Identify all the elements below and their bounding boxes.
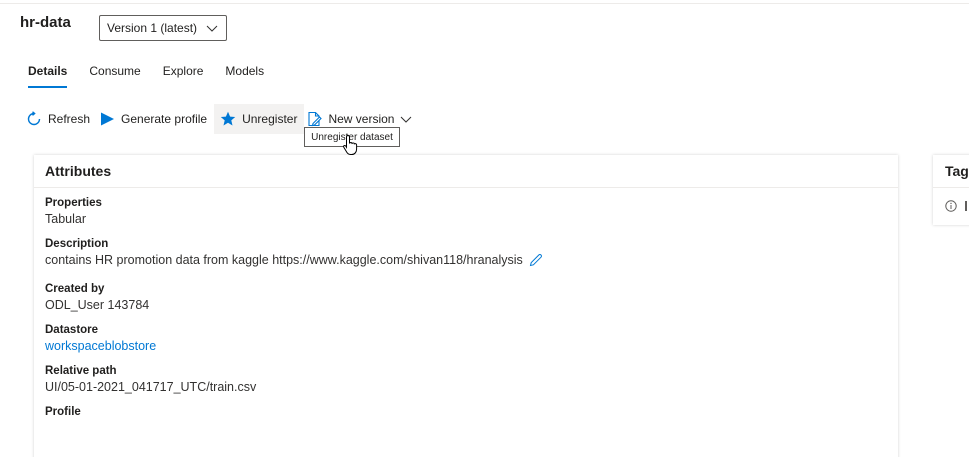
play-icon [101, 112, 115, 126]
unregister-label: Unregister [242, 112, 298, 126]
created-by-field: Created by ODL_User 143784 [45, 282, 898, 314]
tags-info-text-fragment [965, 201, 967, 211]
description-label: Description [45, 238, 109, 250]
edit-document-icon [308, 111, 323, 127]
chevron-down-icon [206, 25, 218, 32]
description-value: contains HR promotion data from kaggle h… [45, 253, 523, 267]
created-by-value: ODL_User 143784 [45, 298, 150, 312]
profile-label: Profile [45, 406, 81, 418]
datastore-label: Datastore [45, 324, 99, 336]
version-dropdown[interactable]: Version 1 (latest) [99, 15, 227, 41]
dataset-details-page: hr-data Version 1 (latest) Details Consu… [0, 0, 969, 457]
properties-value: Tabular [45, 212, 86, 226]
generate-profile-button[interactable]: Generate profile [97, 104, 214, 134]
hand-cursor-icon [343, 134, 358, 155]
description-field: Description contains HR promotion data f… [45, 237, 898, 269]
tab-bar: Details Consume Explore Models [28, 64, 286, 88]
tags-info-row [945, 200, 967, 212]
properties-label: Properties [45, 197, 102, 209]
relative-path-value: UI/05-01-2021_041717_UTC/train.csv [45, 380, 257, 394]
datastore-field: Datastore workspaceblobstore [45, 323, 898, 355]
unregister-button[interactable]: Unregister [214, 104, 305, 134]
star-icon [220, 111, 236, 126]
page-title: hr-data [20, 14, 71, 31]
generate-profile-label: Generate profile [121, 112, 208, 126]
tab-models[interactable]: Models [225, 64, 264, 88]
refresh-button[interactable]: Refresh [24, 104, 97, 134]
tab-details[interactable]: Details [28, 64, 68, 88]
attributes-fields: Properties Tabular Description contains … [34, 188, 898, 419]
relative-path-label: Relative path [45, 365, 117, 377]
attributes-header: Attributes [34, 155, 898, 188]
tags-header: Tag [933, 155, 969, 188]
refresh-icon [27, 111, 41, 126]
tags-card: Tag [933, 155, 969, 225]
new-version-label: New version [328, 112, 395, 126]
pencil-icon[interactable] [529, 253, 543, 267]
tab-explore[interactable]: Explore [163, 64, 204, 88]
description-row: contains HR promotion data from kaggle h… [45, 251, 898, 269]
relative-path-field: Relative path UI/05-01-2021_041717_UTC/t… [45, 364, 898, 396]
info-icon [945, 200, 957, 212]
created-by-label: Created by [45, 283, 105, 295]
attributes-card: Attributes Properties Tabular Descriptio… [34, 155, 898, 457]
refresh-label: Refresh [48, 112, 91, 126]
datastore-link[interactable]: workspaceblobstore [45, 337, 898, 355]
properties-field: Properties Tabular [45, 196, 898, 228]
top-divider [0, 3, 969, 4]
profile-field: Profile [45, 405, 898, 419]
tab-consume[interactable]: Consume [89, 64, 140, 88]
version-dropdown-value: Version 1 (latest) [107, 21, 198, 35]
chevron-down-icon [401, 116, 412, 123]
